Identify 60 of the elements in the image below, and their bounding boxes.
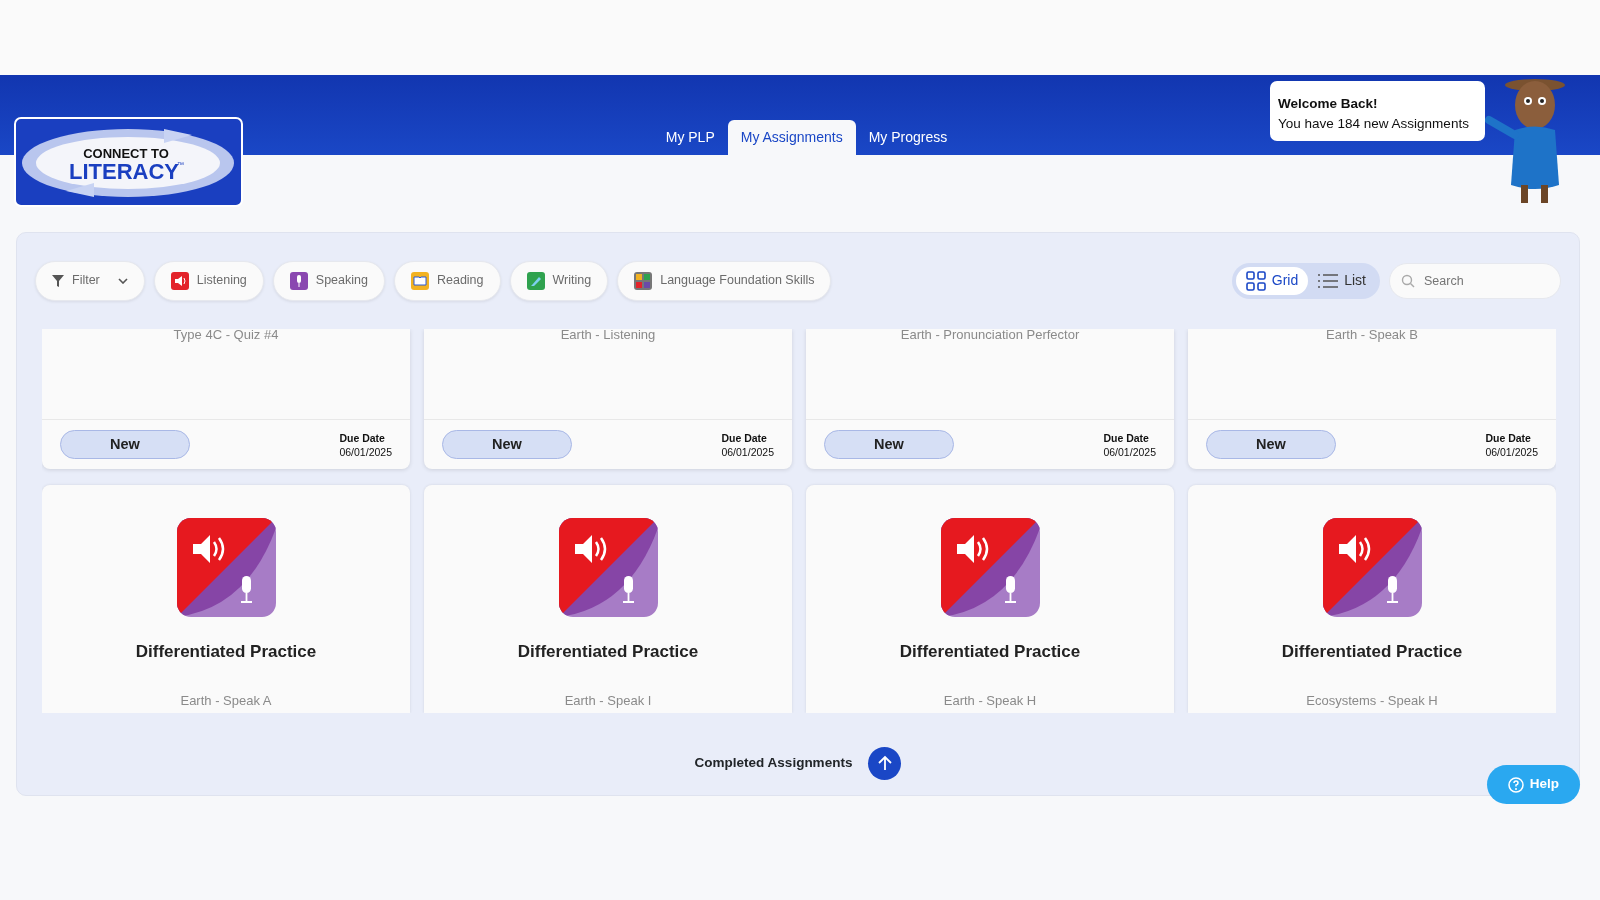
welcome-text: You have 184 new Assignments [1278,115,1470,133]
status-badge: New [1206,430,1336,459]
nav-tab[interactable]: My Progress [855,120,961,155]
category-chip[interactable]: Reading [393,260,501,301]
card-subtitle: Earth - Speak B [1325,329,1419,344]
filter-button[interactable]: Filter [35,260,145,301]
assignment-card[interactable]: Differentiated Practice Earth - Speak H [806,485,1174,713]
card-title: Differentiated Practice [1281,641,1463,663]
due-date: 06/01/2025 [1485,444,1538,459]
due-date-label: Due Date [721,430,768,445]
help-icon [1507,776,1524,793]
nav-tab[interactable]: My PLP [652,120,728,155]
scroll-up-button[interactable] [868,746,902,780]
assignment-card[interactable]: Type 4C - Quiz #4 New Due Date 06/01/2025 [42,329,410,469]
search-field[interactable]: Search [1389,262,1561,299]
card-subtitle: Earth - Listening [559,329,657,344]
category-chip[interactable]: Language Foundation Skills [617,260,832,301]
status-badge: New [824,430,954,459]
category-chip[interactable]: Writing [509,260,609,301]
card-subtitle: Earth - Speak I [564,691,652,710]
card-subtitle: Type 4C - Quiz #4 [172,329,280,344]
due-date: 06/01/2025 [339,444,392,459]
card-title: Differentiated Practice [899,641,1081,663]
card-subtitle: Earth - Speak H [943,691,1037,710]
speak-listen-icon [558,518,658,617]
due-date-label: Due Date [1485,430,1532,445]
due-date: 06/01/2025 [721,444,774,459]
nav-tab[interactable]: My Assignments [727,120,856,155]
assignment-card[interactable]: Earth - Speak B New Due Date 06/01/2025 [1188,329,1556,469]
assignment-card[interactable]: Differentiated Practice Ecosystems - Speak H [1188,485,1556,713]
category-chip[interactable]: Speaking [272,260,385,301]
category-chip[interactable]: Listening [153,260,264,301]
assignment-card[interactable]: Earth - Listening New Due Date 06/01/2025 [424,329,792,469]
grid-icon [1245,270,1266,291]
assignment-card[interactable]: Differentiated Practice Earth - Speak I [424,485,792,713]
due-date: 06/01/2025 [1103,444,1156,459]
card-subtitle: Earth - Pronunciation Perfector [899,329,1081,344]
status-badge: New [442,430,572,459]
due-date-label: Due Date [339,430,386,445]
list-icon [1318,272,1339,289]
speak-listen-icon [940,518,1040,617]
chevron-down-icon [117,277,128,284]
welcome-title: Welcome Back! [1278,95,1379,113]
card-subtitle: Earth - Speak A [180,691,272,710]
filter-icon [52,274,64,287]
assignment-card[interactable]: Differentiated Practice Earth - Speak A [42,485,410,713]
card-title: Differentiated Practice [135,641,317,663]
card-title: Differentiated Practice [517,641,699,663]
up-arrow-icon [876,755,893,771]
view-toggle-option[interactable]: Grid [1235,266,1309,295]
due-date-label: Due Date [1103,430,1150,445]
speak-listen-icon [176,518,276,617]
colored-squares-icon [634,271,653,290]
completed-assignments-label: Completed Assignments [694,753,853,772]
search-icon [1401,273,1415,288]
card-subtitle: Ecosystems - Speak H [1306,691,1438,710]
status-badge: New [60,430,190,459]
view-toggle-option[interactable]: List [1308,266,1376,295]
assignment-card[interactable]: Earth - Pronunciation Perfector New Due Date 06/01/2025 [806,329,1174,469]
speak-listen-icon [1322,518,1422,617]
